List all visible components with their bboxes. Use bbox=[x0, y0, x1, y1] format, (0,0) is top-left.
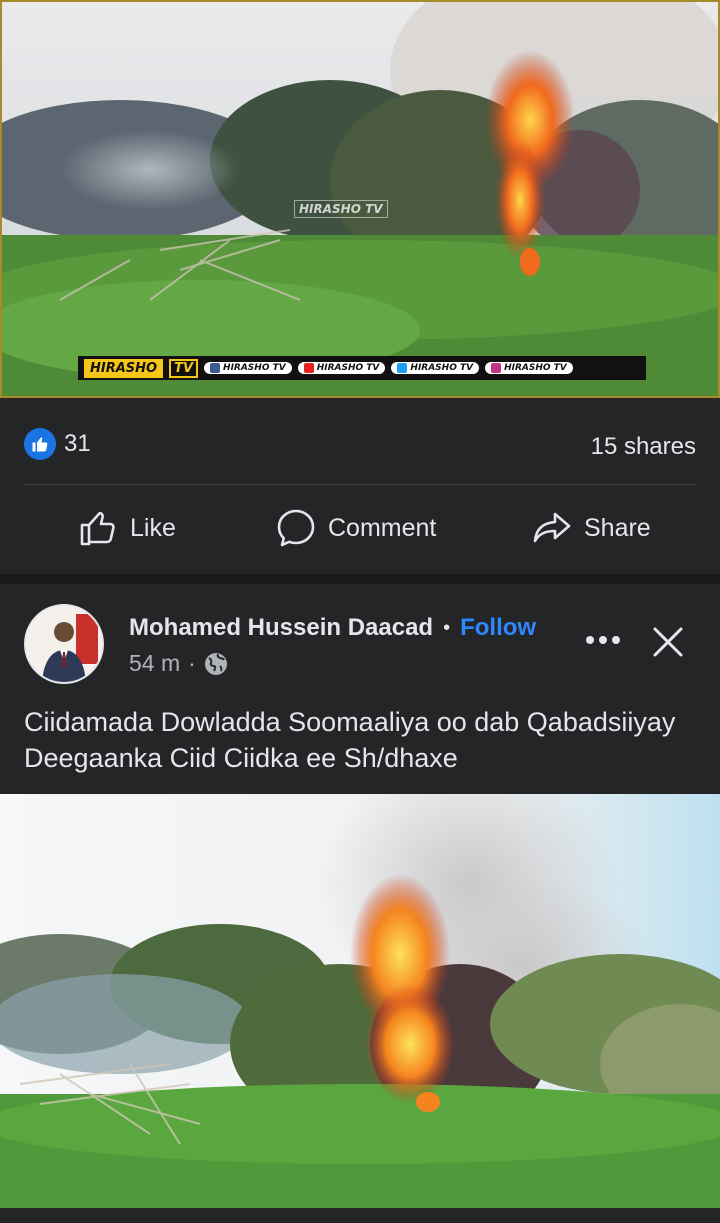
follow-button[interactable]: Follow bbox=[460, 614, 536, 642]
like-label: Like bbox=[130, 513, 176, 542]
more-dot-icon bbox=[586, 636, 594, 644]
post-time[interactable]: 54 m bbox=[129, 650, 180, 677]
more-options-button[interactable] bbox=[586, 636, 620, 644]
share-button[interactable]: Share bbox=[532, 508, 651, 548]
twitter-chip: HIRASHO TV bbox=[391, 362, 480, 374]
like-reaction-icon bbox=[24, 428, 56, 460]
youtube-icon bbox=[303, 363, 314, 373]
watermark-tv: TV bbox=[169, 358, 199, 378]
share-label: Share bbox=[584, 513, 651, 542]
comment-button[interactable]: Comment bbox=[276, 508, 436, 548]
comment-icon bbox=[277, 509, 315, 547]
fire-scene-image-top bbox=[0, 0, 720, 398]
close-icon[interactable] bbox=[652, 626, 684, 658]
more-dot-icon bbox=[599, 636, 607, 644]
profile-photo bbox=[26, 606, 102, 682]
video-thumbnail-top[interactable]: HIRASHO TV HIRASHO TV HIRASHO TV HIRASHO… bbox=[0, 0, 720, 398]
watermark-bar: HIRASHO TV HIRASHO TV HIRASHO TV HIRASHO… bbox=[78, 356, 646, 380]
twitter-icon bbox=[397, 363, 408, 373]
watermark-center: HIRASHO TV bbox=[294, 200, 388, 218]
fire-scene-image-bottom bbox=[0, 794, 720, 1208]
reaction-count: 31 bbox=[64, 430, 91, 457]
divider bbox=[24, 484, 696, 485]
globe-icon bbox=[204, 652, 227, 675]
shares-count[interactable]: 15 shares bbox=[591, 433, 696, 461]
bottom-strip bbox=[0, 1208, 720, 1223]
comment-label: Comment bbox=[328, 513, 437, 542]
facebook-chip: HIRASHO TV bbox=[204, 362, 292, 374]
instagram-chip: HIRASHO TV bbox=[485, 362, 573, 374]
facebook-icon bbox=[210, 363, 221, 373]
post-image[interactable] bbox=[0, 794, 720, 1208]
post-meta: 54 m · bbox=[129, 650, 228, 677]
reaction-summary[interactable]: 31 bbox=[24, 428, 91, 460]
post-header-card: Mohamed Hussein Daacad • Follow 54 m · C… bbox=[0, 584, 720, 794]
more-dot-icon bbox=[612, 636, 620, 644]
instagram-icon bbox=[491, 363, 502, 373]
avatar[interactable] bbox=[24, 604, 104, 684]
author-row: Mohamed Hussein Daacad • Follow bbox=[129, 614, 536, 642]
author-name[interactable]: Mohamed Hussein Daacad bbox=[129, 614, 433, 642]
youtube-chip: HIRASHO TV bbox=[297, 362, 386, 374]
thumbs-up-icon bbox=[80, 511, 115, 546]
meta-separator: · bbox=[188, 650, 196, 676]
separator-dot: • bbox=[443, 616, 451, 639]
post-text: Ciidamada Dowladda Soomaaliya oo dab Qab… bbox=[24, 707, 676, 773]
post-actions-card: 31 15 shares Like Comment Share bbox=[0, 398, 720, 574]
watermark-brand: HIRASHO bbox=[84, 358, 164, 378]
share-arrow-icon bbox=[533, 512, 571, 543]
like-button[interactable]: Like bbox=[78, 508, 176, 548]
